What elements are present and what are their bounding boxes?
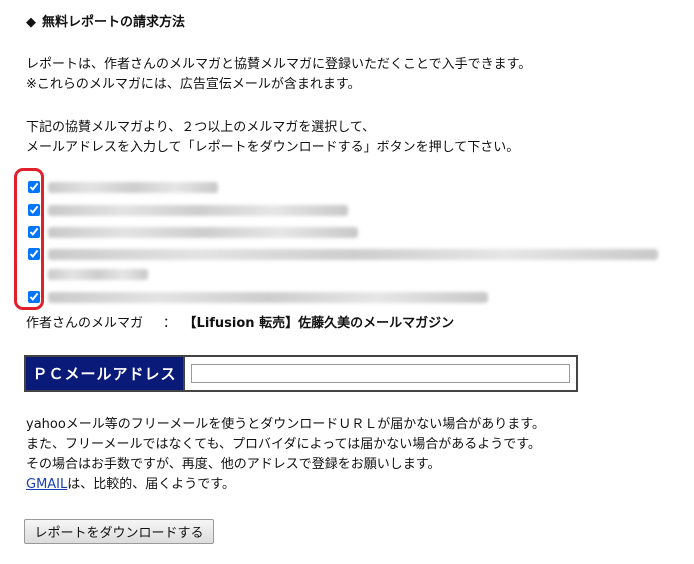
instruction-line-1: 下記の協賛メルマガより、２つ以上のメルマガを選択して、 [26, 120, 376, 135]
instruction-line-2: メールアドレスを入力して「レポートをダウンロードする」ボタンを押して下さい。 [26, 140, 520, 155]
list-item [28, 201, 348, 219]
highlight-annotation [14, 168, 44, 310]
author-newsletter-name: 【Lifusion 転売】佐藤久美のメールマガジン [190, 316, 455, 331]
list-item [28, 223, 358, 241]
instruction-text: 下記の協賛メルマガより、２つ以上のメルマガを選択して、 メールアドレスを入力して… [26, 118, 519, 158]
notice-line-2: また、フリーメールではなくても、プロバイダによっては届かない場合があるようです。 [26, 437, 541, 452]
author-label: 作者さんのメルマガ [26, 316, 144, 331]
download-report-button[interactable]: レポートをダウンロードする [24, 519, 214, 544]
notice-line-4: GMAILは、比較的、届くようです。 [26, 475, 545, 495]
intro-line-2: ※これらのメルマガには、広告宣伝メールが含まれます。 [26, 77, 361, 92]
blurred-newsletter-name [48, 204, 348, 216]
email-form: ＰＣメールアドレス [24, 355, 578, 392]
email-label: ＰＣメールアドレス [26, 357, 185, 390]
list-item [28, 288, 488, 306]
gmail-link[interactable]: GMAIL [26, 477, 67, 492]
section-title: 無料レポートの請求方法 [42, 15, 186, 30]
notice-line-3: その場合はお手数ですが、再度、他のアドレスで登録をお願いします。 [26, 457, 441, 472]
section-heading: ◆ 無料レポートの請求方法 [26, 11, 185, 30]
author-newsletter: 作者さんのメルマガ ： 【Lifusion 転売】佐藤久美のメールマガジン [26, 312, 454, 331]
notice-line-4-rest: は、比較的、届くようです。 [67, 477, 235, 492]
notice-line-1: yahooメール等のフリーメールを使うとダウンロードＵＲＬが届かない場合がありま… [26, 417, 545, 432]
email-input[interactable] [191, 364, 570, 383]
blurred-newsletter-name [48, 248, 658, 260]
blurred-newsletter-name [48, 291, 488, 303]
blurred-newsletter-name [48, 181, 218, 193]
author-separator: ： [163, 316, 177, 331]
list-item [28, 245, 658, 263]
diamond-bullet-icon: ◆ [26, 15, 36, 30]
intro-text: レポートは、作者さんのメルマガと協賛メルマガに登録いただくことで入手できます。 … [26, 55, 531, 95]
intro-line-1: レポートは、作者さんのメルマガと協賛メルマガに登録いただくことで入手できます。 [26, 57, 532, 72]
notice-text: yahooメール等のフリーメールを使うとダウンロードＵＲＬが届かない場合がありま… [26, 415, 545, 495]
list-item [28, 178, 218, 196]
list-item-continuation [48, 265, 148, 283]
blurred-newsletter-name [48, 226, 358, 238]
blurred-newsletter-name [48, 268, 148, 280]
email-input-wrap [185, 357, 576, 390]
